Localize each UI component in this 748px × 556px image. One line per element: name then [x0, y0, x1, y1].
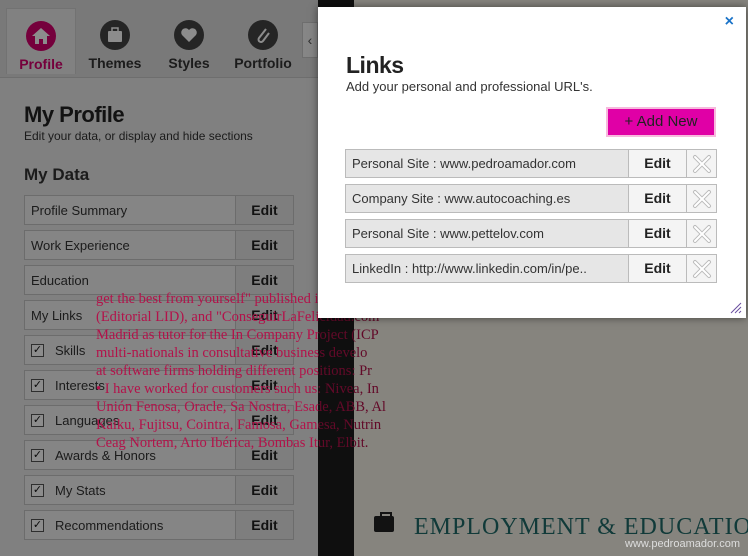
delete-link-button[interactable] — [686, 184, 717, 213]
edit-link-button[interactable]: Edit — [628, 254, 687, 283]
edit-link-button[interactable]: Edit — [628, 149, 687, 178]
modal-title: Links — [346, 52, 404, 78]
modal-overlay-left — [0, 0, 318, 556]
delete-link-button[interactable] — [686, 219, 717, 248]
close-icon[interactable]: × — [725, 13, 734, 31]
link-text: Personal Site : www.pettelov.com — [345, 219, 629, 248]
delete-x-icon — [693, 260, 711, 278]
delete-x-icon — [693, 225, 711, 243]
resize-handle-icon[interactable] — [730, 302, 742, 314]
add-new-link-button[interactable]: + Add New — [606, 107, 716, 137]
delete-link-button[interactable] — [686, 254, 717, 283]
delete-x-icon — [693, 155, 711, 173]
modal-subtitle: Add your personal and professional URL's… — [346, 79, 593, 94]
link-text: Company Site : www.autocoaching.es — [345, 184, 629, 213]
edit-link-button[interactable]: Edit — [628, 184, 687, 213]
link-row: Personal Site : www.pettelov.com Edit — [345, 219, 717, 248]
link-row: Personal Site : www.pedroamador.com Edit — [345, 149, 717, 178]
link-row: Company Site : www.autocoaching.es Edit — [345, 184, 717, 213]
watermark: www.pedroamador.com — [625, 538, 740, 550]
edit-link-button[interactable]: Edit — [628, 219, 687, 248]
links-modal: × Links Add your personal and profession… — [318, 7, 746, 318]
link-row: LinkedIn : http://www.linkedin.com/in/pe… — [345, 254, 717, 283]
delete-x-icon — [693, 190, 711, 208]
link-text: Personal Site : www.pedroamador.com — [345, 149, 629, 178]
delete-link-button[interactable] — [686, 149, 717, 178]
link-text: LinkedIn : http://www.linkedin.com/in/pe… — [345, 254, 629, 283]
